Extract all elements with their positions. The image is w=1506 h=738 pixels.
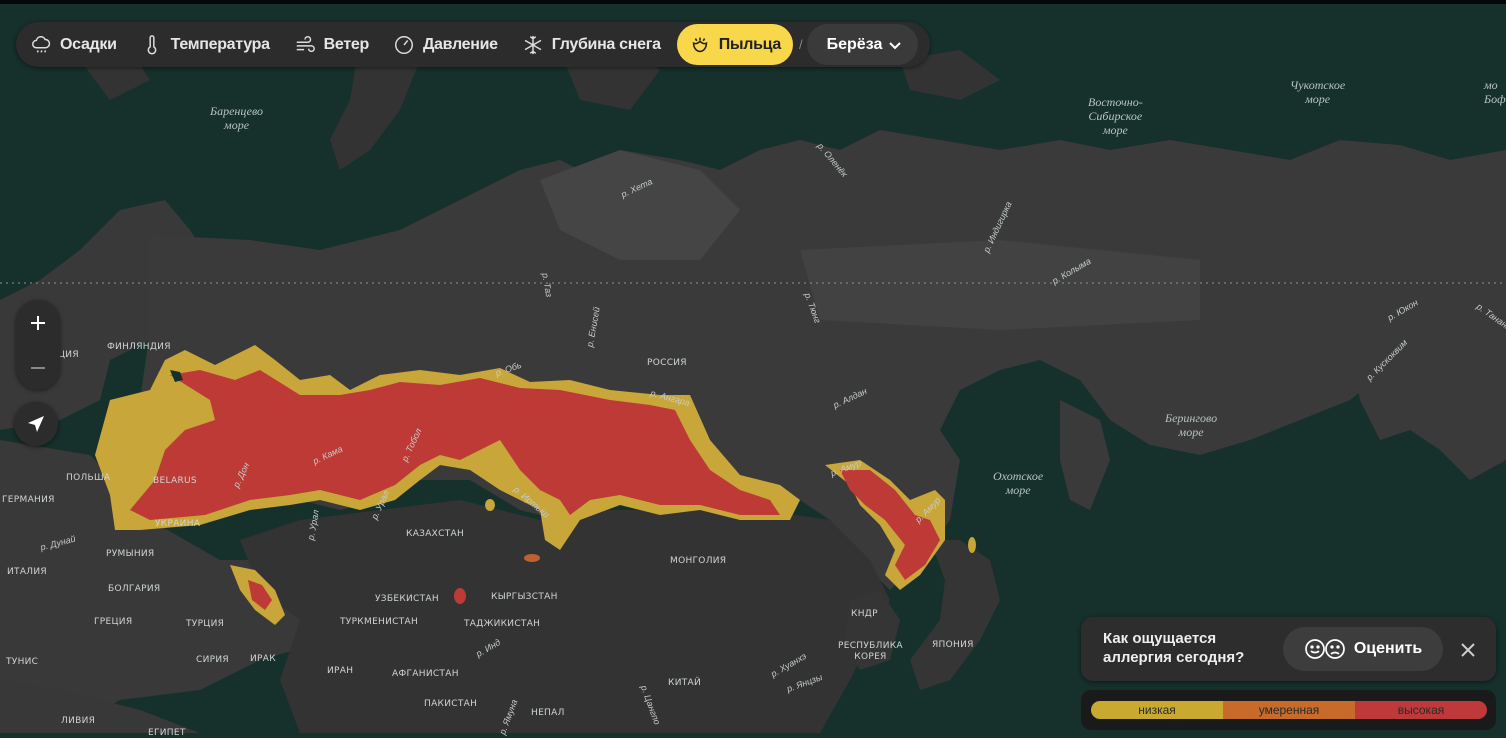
label-uzbekistan: УЗБЕКИСТАН bbox=[375, 594, 439, 604]
close-icon bbox=[1461, 643, 1475, 657]
zoom-out-button[interactable] bbox=[16, 345, 60, 390]
pollen-spot-balkhash bbox=[524, 554, 540, 562]
label-finland-partial: ЦИЯ bbox=[58, 350, 79, 360]
label-ukraine: УКРАИНА bbox=[155, 519, 201, 529]
tab-pollen-label: Пыльца bbox=[718, 35, 782, 53]
pollen-legend: низкая умеренная высокая bbox=[1081, 690, 1496, 730]
pollen-icon bbox=[692, 37, 707, 52]
label-nepal: НЕПАЛ bbox=[531, 708, 565, 718]
wind-icon bbox=[296, 35, 315, 52]
label-tunisia: ТУНИС bbox=[6, 657, 39, 667]
label-libya: ЛИВИЯ bbox=[61, 716, 96, 726]
label-kyrgyzstan: КЫРГЫЗСТАН bbox=[491, 592, 558, 602]
minus-icon bbox=[31, 366, 45, 369]
plant-select[interactable]: Берёза bbox=[806, 24, 919, 65]
zoom-controls bbox=[16, 300, 60, 390]
gauge-icon bbox=[394, 35, 413, 54]
label-belarus: BELARUS bbox=[153, 476, 197, 486]
allergy-feedback-card: Как ощущается аллергия сегодня? Оценить bbox=[1081, 617, 1496, 681]
chevron-down-icon bbox=[889, 41, 902, 49]
label-germany: ГЕРМАНИЯ bbox=[2, 495, 55, 505]
tab-precipitation[interactable]: Осадки bbox=[16, 22, 129, 67]
label-mongolia: МОНГОЛИЯ bbox=[670, 556, 727, 566]
label-tajikistan: ТАДЖИКИСТАН bbox=[464, 619, 541, 629]
label-korea: РЕСПУБЛИКА КОРЕЯ bbox=[838, 641, 903, 662]
faces-icon bbox=[1304, 639, 1345, 659]
label-beaufort-sea: мо Боф bbox=[1484, 78, 1506, 106]
toolbar-separator: / bbox=[799, 37, 803, 52]
label-japan: ЯПОНИЯ bbox=[932, 640, 974, 650]
tab-wind[interactable]: Ветер bbox=[282, 22, 381, 67]
tab-precipitation-label: Осадки bbox=[60, 35, 117, 53]
zoom-in-button[interactable] bbox=[16, 300, 60, 345]
tab-snow-depth-label: Глубина снега bbox=[551, 35, 661, 53]
label-romania: РУМЫНИЯ bbox=[106, 549, 155, 559]
label-east-siberian-sea: Восточно- Сибирское море bbox=[1088, 95, 1143, 137]
locate-button[interactable] bbox=[14, 402, 58, 446]
pollen-spot-sakhalin bbox=[968, 537, 976, 553]
label-barents-sea: Баренцево море bbox=[210, 104, 264, 132]
legend-high: высокая bbox=[1355, 701, 1487, 719]
label-chukchi-sea: Чукотское море bbox=[1290, 78, 1346, 106]
label-pakistan: ПАКИСТАН bbox=[424, 699, 478, 709]
rate-button[interactable]: Оценить bbox=[1283, 627, 1443, 671]
tab-snow-depth[interactable]: Глубина снега bbox=[510, 22, 673, 67]
snowflake-icon bbox=[524, 35, 542, 54]
pollen-spot-kz bbox=[485, 499, 495, 511]
label-iran: ИРАН bbox=[327, 666, 354, 676]
pollen-spot-kyrgyz bbox=[454, 588, 466, 604]
tab-temperature[interactable]: Температура bbox=[129, 22, 282, 67]
label-turkmenistan: ТУРКМЕНИСТАН bbox=[340, 617, 419, 627]
location-arrow-icon bbox=[28, 416, 44, 432]
allergy-question: Как ощущается аллергия сегодня? bbox=[1103, 630, 1245, 666]
rate-button-label: Оценить bbox=[1353, 640, 1423, 657]
label-bering-sea: Берингово море bbox=[1165, 411, 1218, 439]
label-afghanistan: АФГАНИСТАН bbox=[392, 669, 459, 679]
label-iraq: ИРАК bbox=[250, 654, 276, 664]
label-china: КИТАЙ bbox=[668, 678, 702, 688]
cloud-rain-icon bbox=[32, 35, 51, 53]
tab-wind-label: Ветер bbox=[323, 35, 370, 53]
tab-pollen[interactable]: Пыльца bbox=[676, 24, 793, 65]
label-italy: ИТАЛИЯ bbox=[7, 567, 47, 577]
thermometer-icon bbox=[147, 34, 156, 54]
label-turkey: ТУРЦИЯ bbox=[186, 619, 225, 629]
label-greece: ГРЕЦИЯ bbox=[94, 617, 133, 627]
label-syria: СИРИЯ bbox=[196, 655, 229, 665]
tab-temperature-label: Температура bbox=[170, 35, 270, 53]
legend-moderate: умеренная bbox=[1223, 701, 1355, 719]
plant-select-value: Берёза bbox=[826, 35, 883, 53]
label-okhotsk-sea: Охотское море bbox=[993, 469, 1044, 497]
plus-icon bbox=[31, 315, 45, 330]
label-kazakhstan: КАЗАХСТАН bbox=[406, 529, 465, 539]
label-egypt: ЕГИПЕТ bbox=[148, 728, 186, 738]
legend-low: низкая bbox=[1091, 701, 1223, 719]
tab-pressure[interactable]: Давление bbox=[381, 22, 510, 67]
label-bulgaria: БОЛГАРИЯ bbox=[108, 584, 161, 594]
tab-pressure-label: Давление bbox=[422, 35, 498, 53]
pollen-legend-bar: низкая умеренная высокая bbox=[1091, 701, 1487, 719]
label-finland: ФИНЛЯНДИЯ bbox=[107, 342, 171, 352]
close-feedback-button[interactable] bbox=[1455, 637, 1481, 663]
label-poland: ПОЛЬША bbox=[66, 473, 111, 483]
label-russia: РОССИЯ bbox=[647, 358, 687, 368]
label-dprk: КНДР bbox=[851, 609, 878, 619]
layer-toolbar: Осадки Температура Ветер Давление Глубин… bbox=[16, 22, 930, 67]
